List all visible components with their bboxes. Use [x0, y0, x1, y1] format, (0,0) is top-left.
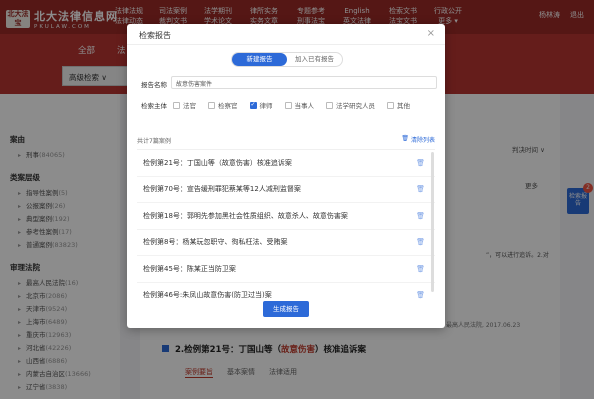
case-list-item[interactable]: 检例第8号：杨某玩忽职守、徇私枉法、受贿案 🗑	[137, 230, 435, 256]
retrieval-report-dialog: 检索报告 × 新建报告 加入已有报告 报告名称 故意伤害案件 检索主体 法官 检…	[127, 24, 445, 328]
case-list-item[interactable]: 检例第18号：郭明先参加黑社会性质组织、故意杀人、故意伤害案 🗑	[137, 203, 435, 230]
delete-icon[interactable]: 🗑	[416, 185, 425, 193]
delete-icon[interactable]: 🗑	[416, 238, 425, 246]
case-list: 检例第21号：丁国山等（故意伤害）核准追诉案 🗑 检例第70号：宣告缓刑罪犯蔡某等…	[137, 149, 435, 299]
trash-icon: 🗑	[401, 135, 409, 142]
report-name-input[interactable]: 故意伤害案件	[171, 76, 437, 89]
role-judge[interactable]: 法官	[173, 100, 196, 110]
case-list-item[interactable]: 检例第45号：陈某正当防卫案 🗑	[137, 256, 435, 283]
search-subject-options: 法官 检察官 律师 当事人 法学研究人员 其他	[173, 100, 410, 110]
report-mode-tabs: 新建报告 加入已有报告	[231, 52, 343, 67]
generate-report-button[interactable]: 生成报告	[263, 301, 309, 317]
search-subject-label: 检索主体	[141, 102, 167, 110]
tab-add-existing[interactable]: 加入已有报告	[287, 53, 342, 66]
case-list-item[interactable]: 检例第46号:朱凤山故意伤害(防卫过当)案 🗑	[137, 283, 435, 299]
tab-new-report[interactable]: 新建报告	[232, 53, 287, 66]
delete-icon[interactable]: 🗑	[416, 212, 425, 220]
delete-icon[interactable]: 🗑	[416, 265, 425, 273]
clear-list-button[interactable]: 🗑 清除列表	[401, 135, 435, 144]
checkbox[interactable]	[326, 101, 333, 109]
role-other[interactable]: 其他	[387, 100, 410, 110]
role-prosecutor[interactable]: 检察官	[208, 100, 238, 110]
list-scrollbar[interactable]	[431, 152, 434, 292]
case-list-item[interactable]: 检例第21号：丁国山等（故意伤害）核准追诉案 🗑	[137, 150, 435, 177]
checkbox-checked[interactable]	[249, 101, 257, 109]
delete-icon[interactable]: 🗑	[416, 159, 425, 167]
role-researcher[interactable]: 法学研究人员	[326, 100, 375, 110]
role-party[interactable]: 当事人	[284, 100, 314, 110]
role-lawyer[interactable]: 律师	[249, 100, 273, 110]
checkbox[interactable]	[284, 101, 292, 109]
delete-icon[interactable]: 🗑	[416, 291, 425, 299]
case-list-item[interactable]: 检例第70号：宣告缓刑罪犯蔡某等12人减刑监督案 🗑	[137, 177, 435, 203]
case-count: 共计7篇案例	[137, 138, 171, 145]
report-name-label: 报告名称	[141, 81, 167, 89]
divider	[127, 44, 445, 45]
checkbox[interactable]	[208, 101, 215, 109]
dialog-title: 检索报告	[139, 31, 171, 40]
checkbox[interactable]	[173, 101, 180, 109]
checkbox[interactable]	[387, 101, 394, 109]
close-icon[interactable]: ×	[427, 28, 435, 39]
